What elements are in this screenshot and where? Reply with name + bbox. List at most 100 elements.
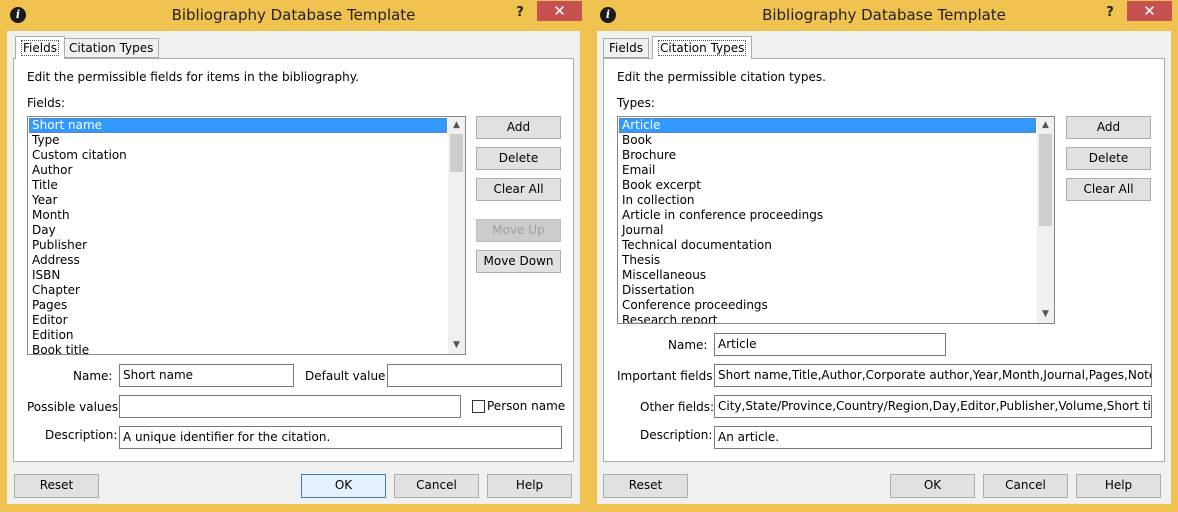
list-item[interactable]: Author: [29, 163, 447, 178]
list-item[interactable]: Miscellaneous: [619, 268, 1036, 283]
ok-button[interactable]: OK: [301, 474, 386, 498]
tab-citation-types-label: Citation Types: [658, 40, 747, 56]
title-bar[interactable]: i Bibliography Database Template ? ✕: [590, 0, 1178, 30]
list-item[interactable]: Conference proceedings: [619, 298, 1036, 313]
scroll-up-arrow-icon[interactable]: ▲: [1037, 117, 1054, 134]
name-label: Name:: [668, 338, 708, 352]
description-label: Description:: [45, 428, 118, 442]
other-fields-input[interactable]: City,State/Province,Country/Region,Day,E…: [714, 395, 1152, 418]
list-item[interactable]: Type: [29, 133, 447, 148]
scroll-thumb[interactable]: [1039, 134, 1052, 226]
window-title: Bibliography Database Template: [171, 6, 416, 24]
panel-description: Edit the permissible fields for items in…: [27, 70, 359, 84]
help-question-button[interactable]: ?: [507, 3, 533, 23]
list-item[interactable]: Address: [29, 253, 447, 268]
tab-citation-types[interactable]: Citation Types: [63, 38, 160, 58]
scroll-thumb[interactable]: [450, 134, 463, 172]
list-item[interactable]: Email: [619, 163, 1036, 178]
citation-types-tab-panel: Edit the permissible citation types. Typ…: [603, 58, 1165, 462]
name-label: Name:: [73, 369, 113, 383]
important-fields-label: Important fields:: [617, 369, 717, 383]
other-fields-label: Other fields:: [640, 400, 715, 414]
important-fields-input[interactable]: Short name,Title,Author,Corporate author…: [714, 364, 1152, 387]
name-input[interactable]: Article: [714, 333, 946, 356]
list-item[interactable]: Pages: [29, 298, 447, 313]
bibliography-dialog-citation-types: i Bibliography Database Template ? ✕ Fie…: [590, 0, 1178, 512]
add-button[interactable]: Add: [476, 116, 561, 139]
person-name-checkbox[interactable]: [472, 400, 485, 413]
list-item[interactable]: Edition: [29, 328, 447, 343]
list-item[interactable]: Editor: [29, 313, 447, 328]
types-list-scrollbar[interactable]: ▲ ▼: [1037, 117, 1054, 323]
list-item[interactable]: Chapter: [29, 283, 447, 298]
list-item[interactable]: Short name: [29, 118, 447, 133]
scroll-up-arrow-icon[interactable]: ▲: [448, 117, 465, 134]
move-up-button[interactable]: Move Up: [476, 219, 561, 242]
help-button[interactable]: Help: [1076, 474, 1161, 498]
fields-listbox[interactable]: Short name Type Custom citation Author T…: [27, 116, 466, 355]
fields-list-scrollbar[interactable]: ▲ ▼: [448, 117, 465, 354]
reset-button[interactable]: Reset: [14, 474, 99, 498]
person-name-label: Person name: [487, 399, 566, 413]
cancel-button[interactable]: Cancel: [983, 474, 1068, 498]
move-down-button[interactable]: Move Down: [476, 250, 561, 273]
list-item[interactable]: Book excerpt: [619, 178, 1036, 193]
cancel-button[interactable]: Cancel: [394, 474, 479, 498]
fields-list-label: Fields:: [27, 96, 65, 110]
dialog-client: Fields Citation Types Edit the permissib…: [7, 31, 580, 504]
possible-values-label: Possible values:: [27, 400, 123, 414]
list-item[interactable]: Publisher: [29, 238, 447, 253]
name-input[interactable]: Short name: [119, 364, 294, 387]
list-item[interactable]: Book title: [29, 343, 447, 354]
help-question-button[interactable]: ?: [1097, 3, 1123, 23]
list-item[interactable]: Month: [29, 208, 447, 223]
scroll-down-arrow-icon[interactable]: ▼: [448, 337, 465, 354]
default-value-input[interactable]: [387, 364, 562, 387]
ok-button[interactable]: OK: [890, 474, 975, 498]
list-item[interactable]: Day: [29, 223, 447, 238]
dialog-client: Fields Citation Types Edit the permissib…: [597, 31, 1171, 504]
tab-citation-types-label: Citation Types: [69, 41, 154, 55]
tab-fields-label: Fields: [609, 41, 643, 55]
help-button[interactable]: Help: [487, 474, 572, 498]
title-bar[interactable]: i Bibliography Database Template ? ✕: [0, 0, 587, 30]
list-item[interactable]: Research report: [619, 313, 1036, 323]
tab-fields[interactable]: Fields: [15, 36, 65, 59]
list-item[interactable]: Dissertation: [619, 283, 1036, 298]
list-item[interactable]: In collection: [619, 193, 1036, 208]
types-listbox[interactable]: Article Book Brochure Email Book excerpt…: [617, 116, 1055, 324]
list-item[interactable]: ISBN: [29, 268, 447, 283]
list-item[interactable]: Thesis: [619, 253, 1036, 268]
panel-description: Edit the permissible citation types.: [617, 70, 826, 84]
types-list-label: Types:: [617, 96, 655, 110]
tab-fields[interactable]: Fields: [603, 38, 649, 58]
description-input[interactable]: An article.: [714, 426, 1152, 449]
list-item[interactable]: Journal: [619, 223, 1036, 238]
scroll-down-arrow-icon[interactable]: ▼: [1037, 306, 1054, 323]
possible-values-input[interactable]: [119, 395, 461, 418]
list-item[interactable]: Book: [619, 133, 1036, 148]
delete-button[interactable]: Delete: [1066, 147, 1151, 170]
description-label: Description:: [640, 428, 713, 442]
clear-all-button[interactable]: Clear All: [476, 178, 561, 201]
list-item[interactable]: Title: [29, 178, 447, 193]
add-button[interactable]: Add: [1066, 116, 1151, 139]
tab-citation-types[interactable]: Citation Types: [652, 36, 753, 59]
tab-fields-label: Fields: [21, 40, 59, 56]
window-title: Bibliography Database Template: [762, 6, 1006, 24]
default-value-label: Default value:: [305, 369, 390, 383]
list-item[interactable]: Article in conference proceedings: [619, 208, 1036, 223]
list-item[interactable]: Year: [29, 193, 447, 208]
reset-button[interactable]: Reset: [603, 474, 688, 498]
list-item[interactable]: Custom citation: [29, 148, 447, 163]
list-item[interactable]: Brochure: [619, 148, 1036, 163]
list-item[interactable]: Article: [619, 118, 1036, 133]
close-button[interactable]: ✕: [1127, 1, 1172, 21]
clear-all-button[interactable]: Clear All: [1066, 178, 1151, 201]
description-input[interactable]: A unique identifier for the citation.: [119, 426, 562, 449]
close-button[interactable]: ✕: [537, 1, 582, 21]
fields-tab-panel: Edit the permissible fields for items in…: [13, 58, 574, 462]
bibliography-dialog-fields: i Bibliography Database Template ? ✕ Fie…: [0, 0, 587, 512]
delete-button[interactable]: Delete: [476, 147, 561, 170]
list-item[interactable]: Technical documentation: [619, 238, 1036, 253]
